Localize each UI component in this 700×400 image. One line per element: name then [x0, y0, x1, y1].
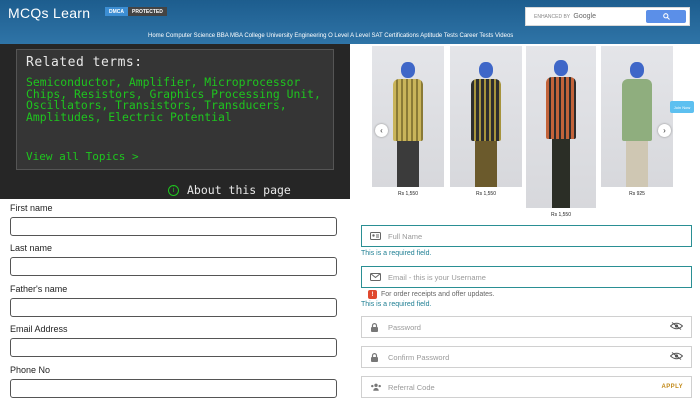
- chevron-left-icon: ‹: [380, 126, 383, 135]
- search-icon: [662, 13, 670, 20]
- password-placeholder: Password: [388, 322, 421, 332]
- lock-icon: [370, 322, 382, 332]
- email-placeholder: Email - this is your Username: [388, 272, 486, 282]
- referral-placeholder: Referral Code: [388, 382, 435, 392]
- first-name-label: First name: [10, 203, 53, 213]
- last-name-input[interactable]: [10, 257, 337, 276]
- product-price: Rs 1,550: [475, 191, 496, 197]
- order-note-text: For order receipts and offer updates.: [381, 291, 495, 298]
- last-name-label: Last name: [10, 243, 53, 253]
- eye-slash-icon[interactable]: [669, 322, 684, 332]
- related-terms-box: Related terms: Semiconductor, Amplifier,…: [16, 49, 334, 170]
- product-price: Rs 1,550: [397, 191, 418, 197]
- view-all-topics-link[interactable]: View all Topics >: [26, 150, 139, 163]
- main-nav[interactable]: Home Computer Science BBA MBA College Un…: [148, 33, 513, 39]
- related-terms-list[interactable]: Semiconductor, Amplifier, Microprocessor…: [26, 76, 324, 123]
- phone-label: Phone No: [10, 365, 51, 375]
- product-image[interactable]: [526, 46, 596, 208]
- related-terms-panel: Related terms: Semiconductor, Amplifier,…: [0, 44, 350, 199]
- email-username-field[interactable]: Email - this is your Username: [361, 266, 692, 288]
- carousel-next-button[interactable]: ›: [658, 124, 671, 137]
- first-name-group: First name: [10, 203, 337, 236]
- users-icon: [370, 383, 382, 391]
- email-group: Email Address: [10, 324, 337, 357]
- search-input[interactable]: ENHANCED BY Google: [526, 13, 646, 20]
- info-icon: i: [168, 184, 179, 196]
- search-button[interactable]: [646, 10, 686, 23]
- last-name-group: Last name: [10, 243, 337, 276]
- about-this-page[interactable]: i About this page: [168, 183, 291, 197]
- site-logo[interactable]: MCQs Learn: [8, 5, 90, 21]
- id-card-icon: [370, 232, 382, 240]
- product-price: Rs 925: [629, 191, 645, 197]
- email-label: Email Address: [10, 324, 68, 334]
- alert-icon: !: [368, 290, 377, 299]
- apply-button[interactable]: APPLY: [662, 384, 683, 390]
- father-name-input[interactable]: [10, 298, 337, 317]
- email-input[interactable]: [10, 338, 337, 357]
- related-terms-title: Related terms:: [26, 55, 143, 70]
- product-price: Rs 1,550: [550, 212, 571, 218]
- google-brand: Google: [573, 13, 596, 20]
- eye-slash-icon[interactable]: [669, 352, 684, 362]
- password-field[interactable]: Password: [361, 316, 692, 338]
- phone-input[interactable]: [10, 379, 337, 398]
- site-header: MCQs Learn DMCA PROTECTED ENHANCED BY Go…: [0, 0, 700, 44]
- envelope-icon: [370, 273, 382, 281]
- father-name-group: Father's name: [10, 284, 337, 317]
- full-name-placeholder: Full Name: [388, 231, 423, 241]
- referral-code-field[interactable]: Referral Code APPLY: [361, 376, 692, 398]
- product-card[interactable]: Rs 1,550: [526, 46, 596, 218]
- product-image[interactable]: [450, 46, 522, 187]
- chevron-right-icon: ›: [663, 126, 666, 135]
- required-message: This is a required field.: [361, 250, 432, 257]
- product-card[interactable]: Rs 925: [601, 46, 673, 197]
- dmca-label: DMCA: [105, 7, 128, 16]
- father-name-label: Father's name: [10, 284, 68, 294]
- product-carousel: Rs 1,550 Rs 1,550 Rs 1,550 Rs 925 ‹ ›: [362, 44, 700, 224]
- search-enhanced-label: ENHANCED BY: [534, 14, 571, 20]
- required-message: This is a required field.: [361, 301, 432, 308]
- product-card[interactable]: Rs 1,550: [372, 46, 444, 197]
- confirm-password-field[interactable]: Confirm Password: [361, 346, 692, 368]
- about-label: About this page: [187, 183, 291, 197]
- first-name-input[interactable]: [10, 217, 337, 236]
- full-name-field[interactable]: Full Name: [361, 225, 692, 247]
- dmca-badge[interactable]: DMCA PROTECTED: [105, 7, 167, 16]
- lock-icon: [370, 352, 382, 362]
- phone-group: Phone No: [10, 365, 337, 398]
- confirm-password-placeholder: Confirm Password: [388, 352, 450, 362]
- product-card[interactable]: Rs 1,550: [450, 46, 522, 197]
- side-tab-button[interactable]: Join Now: [670, 101, 694, 113]
- product-image[interactable]: [372, 46, 444, 187]
- protected-label: PROTECTED: [128, 7, 167, 16]
- order-receipt-note: ! For order receipts and offer updates.: [368, 290, 495, 299]
- google-search-box[interactable]: ENHANCED BY Google: [525, 7, 690, 26]
- product-image[interactable]: [601, 46, 673, 187]
- carousel-prev-button[interactable]: ‹: [375, 124, 388, 137]
